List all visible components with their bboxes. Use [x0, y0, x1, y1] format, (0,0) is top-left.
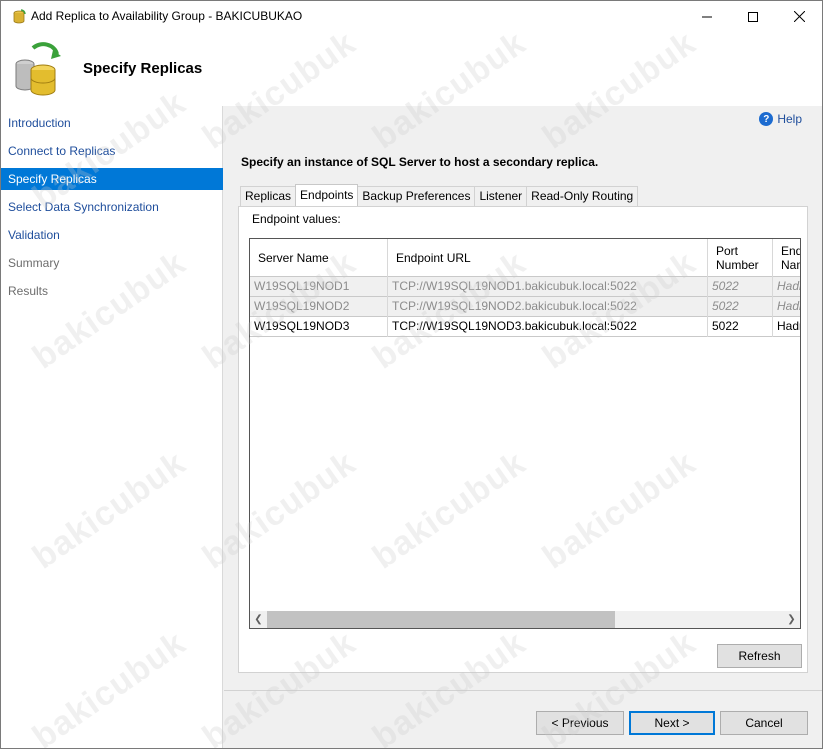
cell-endpoint-name[interactable]: Hadr [773, 317, 800, 337]
nav-item-results: Results [8, 284, 49, 298]
tab-backup-preferences[interactable]: Backup Preferences [357, 186, 476, 206]
endpoints-panel: Endpoint values: Server Name Endpoint UR… [238, 206, 808, 673]
nav-item-validation[interactable]: Validation [1, 224, 223, 246]
tab-endpoints[interactable]: Endpoints [295, 184, 359, 206]
tab-strip: Replicas Endpoints Backup Preferences Li… [240, 184, 639, 206]
endpoint-values-label: Endpoint values: [252, 212, 341, 226]
close-button[interactable] [776, 1, 822, 32]
scroll-left-icon[interactable]: ❮ [250, 611, 267, 628]
scrollbar-thumb[interactable] [267, 611, 615, 628]
maximize-icon [748, 11, 758, 22]
scroll-right-icon[interactable]: ❯ [783, 611, 800, 628]
previous-button[interactable]: < Previous [536, 711, 624, 735]
cell-endpoint-url: TCP://W19SQL19NOD1.bakicubuk.local:5022 [388, 277, 708, 297]
cancel-button[interactable]: Cancel [720, 711, 808, 735]
title-bar: Add Replica to Availability Group - BAKI… [1, 1, 822, 32]
help-icon: ? [759, 112, 774, 126]
instruction-text: Specify an instance of SQL Server to hos… [241, 155, 599, 169]
nav-item-introduction[interactable]: Introduction [1, 112, 223, 134]
wizard-header: Specify Replicas [1, 32, 822, 106]
tab-listener[interactable]: Listener [474, 186, 528, 206]
wizard-window: Add Replica to Availability Group - BAKI… [0, 0, 823, 749]
cell-port-number: 5022 [708, 297, 773, 317]
help-label: Help [777, 112, 802, 126]
database-wizard-icon [13, 9, 26, 24]
column-header-endpoint-name[interactable]: End Nam [773, 239, 800, 277]
refresh-button[interactable]: Refresh [717, 644, 802, 668]
table-row: W19SQL19NOD1 TCP://W19SQL19NOD1.bakicubu… [250, 277, 800, 297]
column-header-server-name[interactable]: Server Name [250, 239, 388, 277]
grid-header: Server Name Endpoint URL Port Number End… [250, 239, 800, 277]
database-replica-icon [15, 42, 61, 96]
tab-replicas[interactable]: Replicas [240, 186, 297, 206]
table-row[interactable]: W19SQL19NOD3 TCP://W19SQL19NOD3.bakicubu… [250, 317, 800, 337]
cell-server-name[interactable]: W19SQL19NOD3 [250, 317, 388, 337]
minimize-icon [702, 16, 712, 17]
cell-server-name: W19SQL19NOD1 [250, 277, 388, 297]
wizard-nav: Introduction Connect to Replicas Specify… [1, 106, 223, 748]
close-icon [793, 11, 805, 22]
cell-server-name: W19SQL19NOD2 [250, 297, 388, 317]
cell-endpoint-name: Hadr [773, 277, 800, 297]
nav-item-connect-to-replicas[interactable]: Connect to Replicas [1, 140, 223, 162]
help-link[interactable]: ? Help [759, 112, 802, 126]
endpoints-grid[interactable]: Server Name Endpoint URL Port Number End… [249, 238, 801, 629]
next-button[interactable]: Next > [629, 711, 715, 735]
nav-item-select-data-synchronization[interactable]: Select Data Synchronization [1, 196, 223, 218]
cell-endpoint-url: TCP://W19SQL19NOD2.bakicubuk.local:5022 [388, 297, 708, 317]
nav-item-summary: Summary [8, 256, 60, 270]
page-title: Specify Replicas [83, 60, 203, 77]
horizontal-scrollbar[interactable]: ❮ ❯ [250, 611, 800, 628]
footer-divider [224, 690, 822, 691]
cell-endpoint-url[interactable]: TCP://W19SQL19NOD3.bakicubuk.local:5022 [388, 317, 708, 337]
wizard-content: ? Help Specify an instance of SQL Server… [224, 106, 822, 748]
nav-item-specify-replicas[interactable]: Specify Replicas [1, 168, 223, 190]
cell-port-number: 5022 [708, 277, 773, 297]
maximize-button[interactable] [730, 1, 776, 32]
cell-endpoint-name: Hadr [773, 297, 800, 317]
cell-port-number[interactable]: 5022 [708, 317, 773, 337]
table-row: W19SQL19NOD2 TCP://W19SQL19NOD2.bakicubu… [250, 297, 800, 317]
window-title: Add Replica to Availability Group - BAKI… [31, 9, 303, 23]
column-header-endpoint-url[interactable]: Endpoint URL [388, 239, 708, 277]
tab-read-only-routing[interactable]: Read-Only Routing [526, 186, 639, 206]
minimize-button[interactable] [684, 1, 730, 32]
column-header-port-number[interactable]: Port Number [708, 239, 773, 277]
